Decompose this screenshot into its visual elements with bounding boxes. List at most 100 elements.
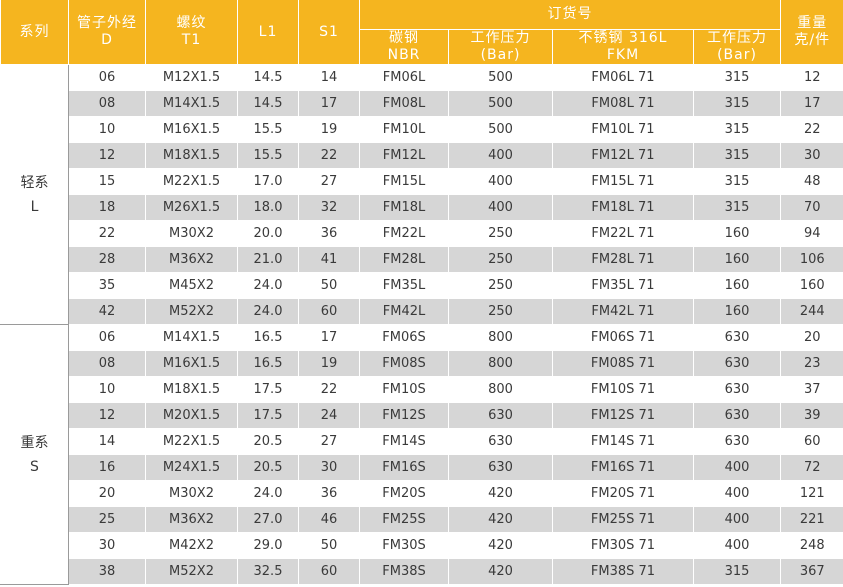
- table-header: 系列 管子外经 D 螺纹 T1 L1 S1 订货号 重量 克/件 碳钢 NBR 工作压力…: [0, 0, 843, 65]
- cell-carbon-order-no: FM06S: [359, 324, 449, 351]
- cell-l1: 24.0: [237, 298, 299, 325]
- series-code: L: [30, 198, 39, 215]
- cell-stainless-order-no: FM14S 71: [552, 428, 694, 455]
- table-row: 14 M22X1.5 20.5 27 FM14S 630 FM14S 71 630 60: [1, 428, 843, 455]
- cell-carbon-pressure: 420: [448, 558, 553, 585]
- cell-s1: 24: [298, 402, 360, 429]
- table-row: 30 M42X2 29.0 50 FM30S 420 FM30S 71 400 248: [1, 532, 843, 559]
- table-row: 12 M20X1.5 17.5 24 FM12S 630 FM12S 71 630 39: [1, 402, 843, 429]
- cell-s1: 27: [298, 168, 360, 195]
- cell-l1: 29.0: [237, 532, 299, 559]
- cell-tube-od: 20: [68, 480, 146, 507]
- cell-s1: 32: [298, 194, 360, 221]
- cell-tube-od: 28: [68, 246, 146, 273]
- cell-carbon-order-no: FM15L: [359, 168, 449, 195]
- cell-carbon-order-no: FM10L: [359, 116, 449, 143]
- table-row: 15 M22X1.5 17.0 27 FM15L 400 FM15L 71 315 48: [1, 168, 843, 195]
- cell-carbon-pressure: 400: [448, 194, 553, 221]
- cell-weight: 48: [780, 168, 843, 195]
- header-series: 系列: [0, 0, 69, 65]
- cell-s1: 14: [298, 64, 360, 91]
- cell-l1: 16.5: [237, 350, 299, 377]
- cell-carbon-pressure: 250: [448, 298, 553, 325]
- cell-thread: M30X2: [145, 220, 238, 247]
- cell-stainless-order-no: FM22L 71: [552, 220, 694, 247]
- cell-tube-od: 14: [68, 428, 146, 455]
- header-l1: L1: [237, 0, 299, 65]
- cell-thread: M30X2: [145, 480, 238, 507]
- cell-l1: 20.5: [237, 454, 299, 481]
- cell-stainless-pressure: 630: [693, 324, 781, 351]
- cell-tube-od: 10: [68, 376, 146, 403]
- cell-weight: 94: [780, 220, 843, 247]
- cell-weight: 39: [780, 402, 843, 429]
- header-working-pressure-stainless: 工作压力 (Bar): [693, 29, 781, 65]
- cell-carbon-pressure: 400: [448, 168, 553, 195]
- cell-carbon-pressure: 800: [448, 376, 553, 403]
- cell-carbon-order-no: FM30S: [359, 532, 449, 559]
- cell-l1: 20.0: [237, 220, 299, 247]
- series-code: S: [30, 458, 39, 475]
- cell-s1: 19: [298, 116, 360, 143]
- cell-stainless-pressure: 315: [693, 64, 781, 91]
- cell-l1: 16.5: [237, 324, 299, 351]
- cell-stainless-order-no: FM08L 71: [552, 90, 694, 117]
- cell-thread: M16X1.5: [145, 350, 238, 377]
- header-working-pressure-carbon: 工作压力 (Bar): [448, 29, 553, 65]
- cell-carbon-order-no: FM20S: [359, 480, 449, 507]
- table-row: 20 M30X2 24.0 36 FM20S 420 FM20S 71 400 121: [1, 480, 843, 507]
- cell-weight: 248: [780, 532, 843, 559]
- cell-weight: 70: [780, 194, 843, 221]
- cell-s1: 41: [298, 246, 360, 273]
- header-s1: S1: [298, 0, 360, 65]
- cell-stainless-pressure: 160: [693, 298, 781, 325]
- cell-s1: 60: [298, 298, 360, 325]
- cell-l1: 24.0: [237, 480, 299, 507]
- cell-s1: 19: [298, 350, 360, 377]
- cell-stainless-order-no: FM10L 71: [552, 116, 694, 143]
- cell-tube-od: 08: [68, 90, 146, 117]
- header-carbon-steel: 碳钢 NBR: [359, 29, 449, 65]
- cell-tube-od: 12: [68, 142, 146, 169]
- cell-stainless-pressure: 400: [693, 506, 781, 533]
- cell-carbon-pressure: 630: [448, 428, 553, 455]
- header-tube-od: 管子外经 D: [68, 0, 146, 65]
- cell-stainless-order-no: FM06S 71: [552, 324, 694, 351]
- cell-s1: 22: [298, 376, 360, 403]
- cell-carbon-order-no: FM16S: [359, 454, 449, 481]
- table-body: 轻系 L 06 M12X1.5 14.5 14 FM06L 500 FM06L 71 315 12 0…: [0, 64, 843, 585]
- cell-carbon-pressure: 420: [448, 506, 553, 533]
- cell-carbon-pressure: 250: [448, 246, 553, 273]
- cell-thread: M26X1.5: [145, 194, 238, 221]
- cell-weight: 60: [780, 428, 843, 455]
- cell-s1: 17: [298, 324, 360, 351]
- cell-stainless-order-no: FM15L 71: [552, 168, 694, 195]
- cell-l1: 17.5: [237, 402, 299, 429]
- cell-weight: 12: [780, 64, 843, 91]
- cell-carbon-order-no: FM14S: [359, 428, 449, 455]
- cell-stainless-pressure: 315: [693, 116, 781, 143]
- cell-carbon-order-no: FM12S: [359, 402, 449, 429]
- cell-weight: 17: [780, 90, 843, 117]
- cell-tube-od: 18: [68, 194, 146, 221]
- cell-weight: 244: [780, 298, 843, 325]
- cell-carbon-order-no: FM18L: [359, 194, 449, 221]
- table-row: 22 M30X2 20.0 36 FM22L 250 FM22L 71 160 94: [1, 220, 843, 247]
- cell-stainless-pressure: 630: [693, 350, 781, 377]
- cell-l1: 14.5: [237, 90, 299, 117]
- cell-stainless-order-no: FM18L 71: [552, 194, 694, 221]
- cell-weight: 121: [780, 480, 843, 507]
- cell-stainless-order-no: FM38S 71: [552, 558, 694, 585]
- cell-stainless-order-no: FM30S 71: [552, 532, 694, 559]
- cell-s1: 50: [298, 532, 360, 559]
- cell-carbon-pressure: 500: [448, 116, 553, 143]
- cell-carbon-pressure: 400: [448, 142, 553, 169]
- cell-carbon-pressure: 500: [448, 90, 553, 117]
- cell-thread: M22X1.5: [145, 428, 238, 455]
- cell-s1: 36: [298, 220, 360, 247]
- cell-stainless-pressure: 630: [693, 376, 781, 403]
- cell-l1: 18.0: [237, 194, 299, 221]
- cell-carbon-pressure: 420: [448, 532, 553, 559]
- cell-stainless-order-no: FM10S 71: [552, 376, 694, 403]
- table-row: 轻系 L 06 M12X1.5 14.5 14 FM06L 500 FM06L 71 315 12: [0, 64, 843, 325]
